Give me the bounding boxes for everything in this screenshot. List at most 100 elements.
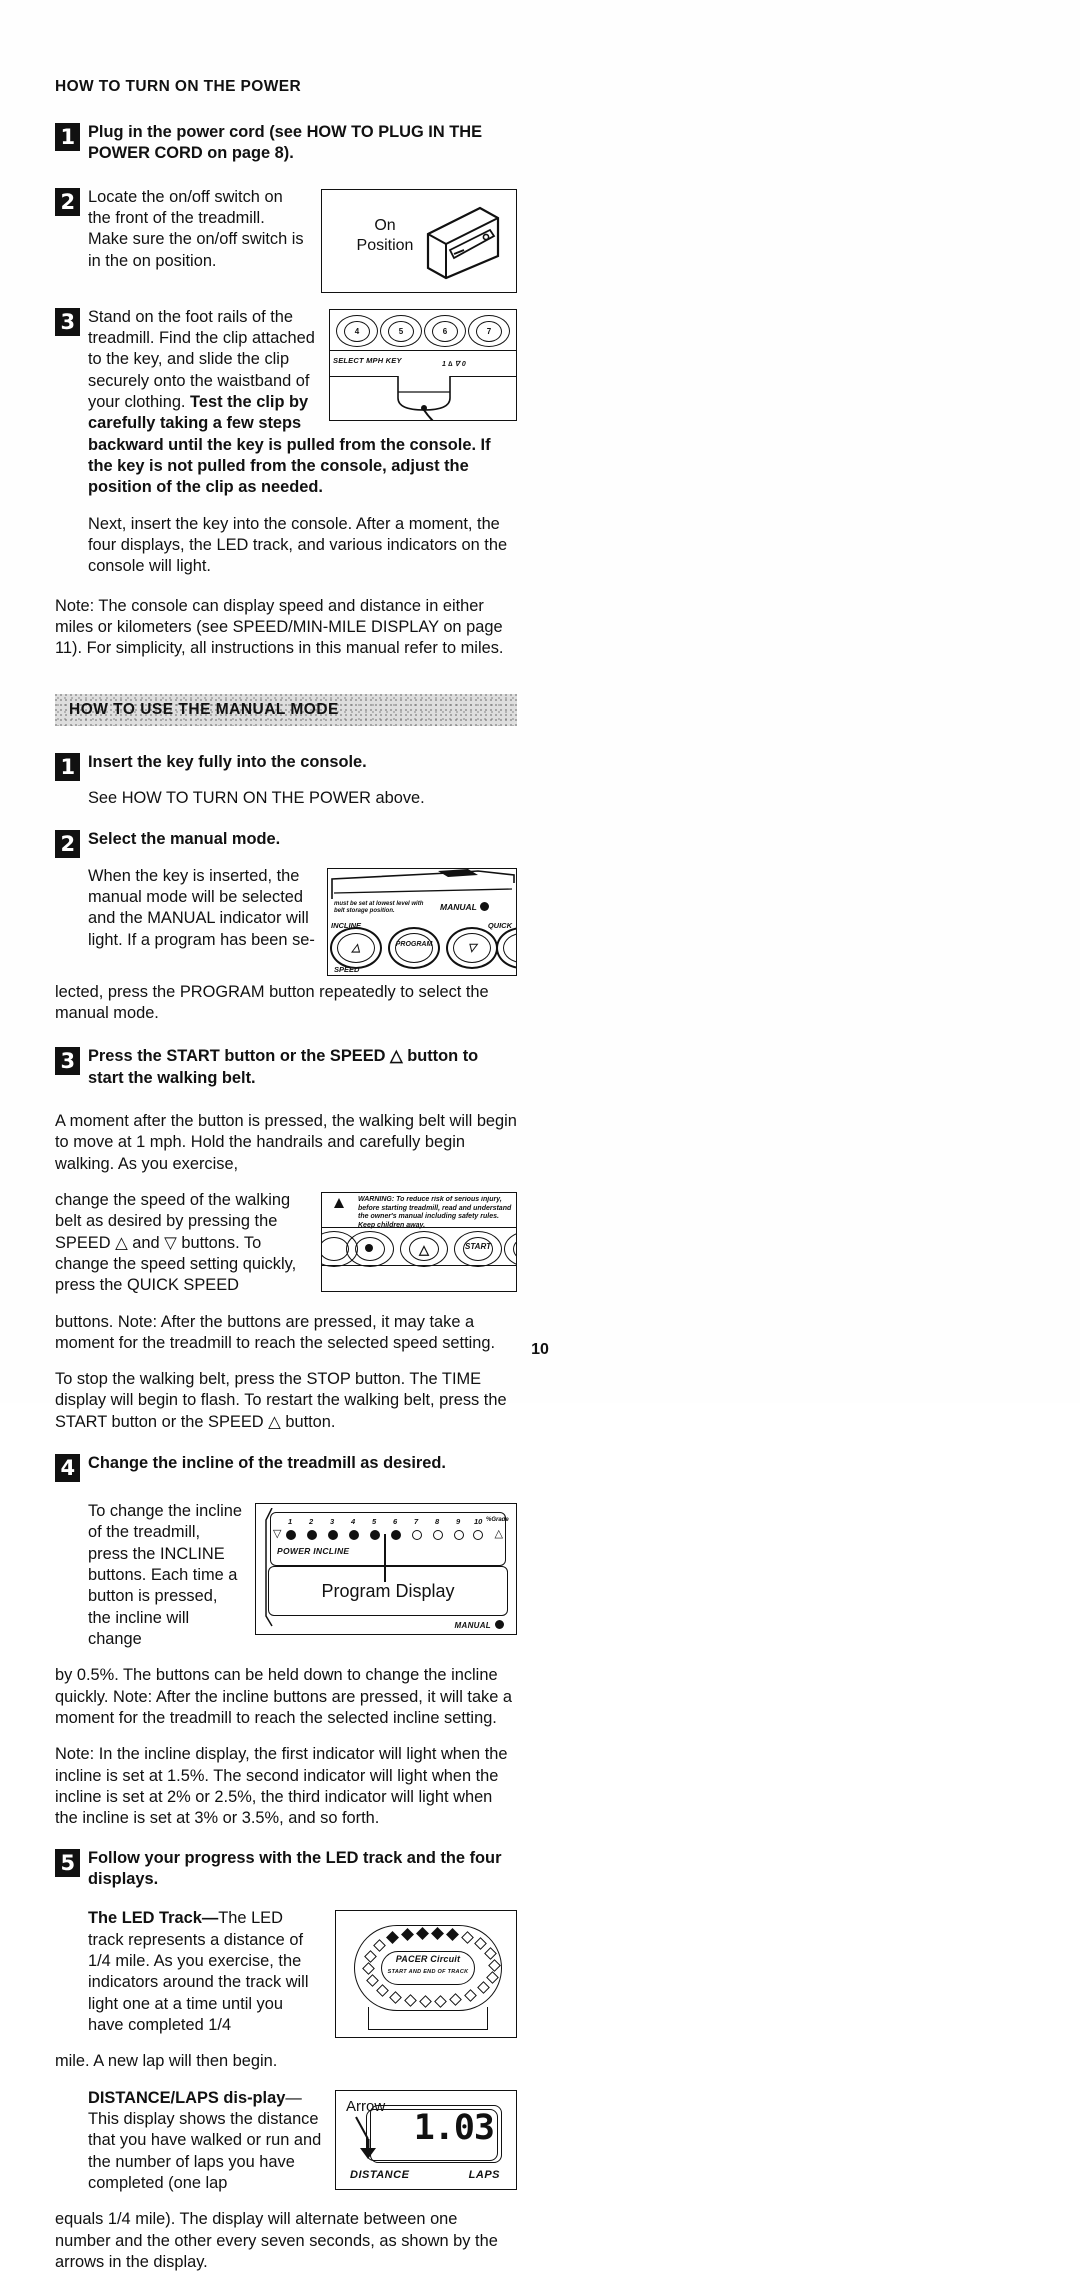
- warning-console-figure: WARNING: To reduce risk of serious injur…: [321, 1191, 517, 1292]
- step-3-followup: Next, insert the key into the console. A…: [88, 514, 508, 576]
- incline-up-arrow-icon: △: [494, 1528, 503, 1541]
- led-track-center-label: PACER Circuit START AND END OF TRACK: [381, 1951, 475, 1986]
- console-button-partial-right-inner: [513, 1236, 516, 1261]
- led-track-paragraph-part2: mile. A new lap will then begin.: [55, 2052, 278, 2071]
- quick-side-label: QUICK: [487, 920, 512, 930]
- program-display-label: Program Display: [321, 1581, 455, 1602]
- incline-up-arrow-icon: △: [351, 941, 361, 954]
- quick-speed-button-6: 6: [424, 314, 466, 347]
- power-incline-label: POWER INCLINE: [277, 1546, 350, 1557]
- program-manual-indicator: MANUAL: [455, 1620, 504, 1630]
- program-display-panel: Program Display: [268, 1566, 508, 1617]
- console-indicator-label: 1 ∆ ∇ 0: [442, 360, 466, 368]
- console-panel-row: SELECT MPH KEY 1 ∆ ∇ 0: [330, 350, 516, 377]
- quick-speed-label-5: 5: [388, 320, 414, 342]
- quick-speed-button-5: 5: [380, 314, 422, 347]
- incline-led-7: [412, 1530, 422, 1541]
- console-button-partial-right: [504, 1230, 516, 1267]
- manual-mode-banner-text: HOW TO USE THE MANUAL MODE: [69, 700, 339, 718]
- manual-indicator-label: MANUAL: [440, 901, 489, 912]
- step-number-2: 2: [55, 187, 80, 216]
- incline-indicator-note: Note: In the incline display, the first …: [55, 1745, 508, 1828]
- manual-console-tiny-text: must be set at lowest level with belt st…: [334, 900, 424, 915]
- manual-step-1-text: Insert the key fully into the console.: [88, 752, 367, 771]
- rocker-switch-icon: [420, 204, 504, 282]
- page-number: 10: [531, 1341, 549, 1358]
- step-number-1: 1: [55, 123, 80, 151]
- manual-step-1-body: Insert the key fully into the console. S…: [88, 752, 517, 810]
- distance-laps-heading: DISTANCE/LAPS dis-: [88, 2088, 253, 2107]
- switch-figure-label: On Position: [342, 216, 428, 256]
- manual-mode-console-figure: must be set at lowest level with belt st…: [327, 867, 517, 976]
- incline-led-3: [328, 1530, 338, 1541]
- step-5-text: Follow your progress with the LED track …: [88, 1848, 502, 1889]
- incline-tick-10: 10: [474, 1517, 483, 1527]
- pacer-circuit-brand: PACER Circuit: [395, 1954, 461, 1965]
- step-number-3: 3: [55, 307, 80, 336]
- laps-label: LAPS: [468, 2168, 500, 2181]
- program-manual-text: MANUAL: [454, 1621, 491, 1631]
- step-2-body: On Position Locate the on/off switch on …: [88, 187, 517, 293]
- console-top-edge: [331, 868, 515, 899]
- select-mph-key-label: SELECT MPH KEY: [333, 355, 402, 365]
- step-4-text: Change the incline of the treadmill as d…: [88, 1454, 446, 1473]
- start-button-label: START: [465, 1241, 491, 1251]
- incline-tick-6: 6: [393, 1517, 398, 1527]
- arrow-callout-label: Arrow: [346, 2097, 386, 2115]
- incline-led-2: [307, 1530, 317, 1541]
- incline-tick-3: 3: [330, 1517, 335, 1527]
- speed-up-arrow-icon: △: [419, 1241, 429, 1257]
- manual-step-2-body-part2: lected, press the PROGRAM button repeate…: [55, 982, 489, 1022]
- manual-step-1-followup: See HOW TO TURN ON THE POWER above.: [88, 788, 425, 807]
- incline-tick-2: 2: [309, 1517, 314, 1527]
- quick-speed-button-row: 4 5 6 7: [330, 310, 516, 351]
- distance-laps-heading-2: play: [252, 2088, 286, 2107]
- on-off-switch-figure: On Position: [321, 188, 517, 293]
- incline-tick-1: 1: [288, 1517, 293, 1527]
- step-1-text: Plug in the power cord (see HOW TO PLUG …: [88, 123, 483, 163]
- warning-triangle-icon: [334, 1197, 344, 1208]
- stop-button-inner: [355, 1236, 385, 1261]
- program-button-label: PROGRAM: [395, 940, 433, 948]
- led-track-text-1: The LED track represents a distance of 1…: [88, 1909, 309, 2035]
- switch-label-line2: Position: [356, 236, 414, 254]
- step-4-change-incline: 4 Change the incline of the treadmill as…: [55, 1453, 517, 1483]
- incline-down-button: ▽: [446, 926, 498, 969]
- stop-dot-icon: [365, 1243, 373, 1252]
- step-2-locate-switch: 2 On Position Locate the on/off switch o…: [55, 187, 517, 293]
- quick-speed-button-4: 4: [336, 314, 378, 347]
- incline-grade-label: %Grade: [486, 1517, 509, 1524]
- quick-speed-button-partial: [496, 926, 516, 969]
- step-number-5: 5: [55, 1848, 80, 1877]
- incline-tick-7: 7: [414, 1517, 419, 1527]
- incline-tick-8: 8: [435, 1517, 440, 1527]
- led-track-figure: PACER Circuit START AND END OF TRACK: [335, 1910, 517, 2039]
- step-3-body: 4 5 6 7 SELECT MPH KEY 1 ∆ ∇ 0 Stand on …: [88, 307, 517, 578]
- stop-button: [346, 1230, 394, 1267]
- manual-step-2-text: Select the manual mode.: [88, 830, 281, 849]
- incline-led-10: [473, 1530, 483, 1541]
- incline-tick-5: 5: [372, 1517, 377, 1527]
- step-1-body: Plug in the power cord (see HOW TO PLUG …: [88, 122, 517, 165]
- track-start-end-label: START AND END OF TRACK: [387, 1969, 469, 1976]
- step-5-follow-progress: 5 Follow your progress with the LED trac…: [55, 1848, 517, 1891]
- incline-led-5: [370, 1530, 380, 1541]
- quick-speed-label-6: 6: [432, 320, 458, 342]
- manual-step-number-3: 3: [55, 1047, 80, 1076]
- manual-step-3-followup: A moment after the button is pressed, th…: [55, 1111, 517, 1173]
- incline-tick-9: 9: [456, 1517, 461, 1527]
- manual-page: HOW TO TURN ON THE POWER 1 Plug in the p…: [0, 0, 1080, 2271]
- incline-led-8: [433, 1530, 443, 1541]
- program-display-figure: ▽ △ 1 2 3 4 5 6 7 8 9 10 %Grade POWER IN…: [255, 1503, 517, 1636]
- step-4-body-part2: by 0.5%. The buttons can be held down to…: [55, 1666, 513, 1728]
- quick-speed-label-7: 7: [476, 320, 502, 342]
- speed-up-button: △: [400, 1230, 448, 1267]
- left-column: HOW TO TURN ON THE POWER 1 Plug in the p…: [55, 78, 517, 1190]
- quick-speed-button-7: 7: [468, 314, 510, 347]
- lcd-value: 1.03: [413, 2107, 495, 2148]
- step-5-body: Follow your progress with the LED track …: [88, 1848, 517, 1891]
- program-button-inner: [395, 932, 433, 963]
- incline-up-button: △: [330, 926, 382, 969]
- safety-key-illustration: [397, 375, 451, 420]
- led-track-heading: The LED Track—: [88, 1909, 219, 1928]
